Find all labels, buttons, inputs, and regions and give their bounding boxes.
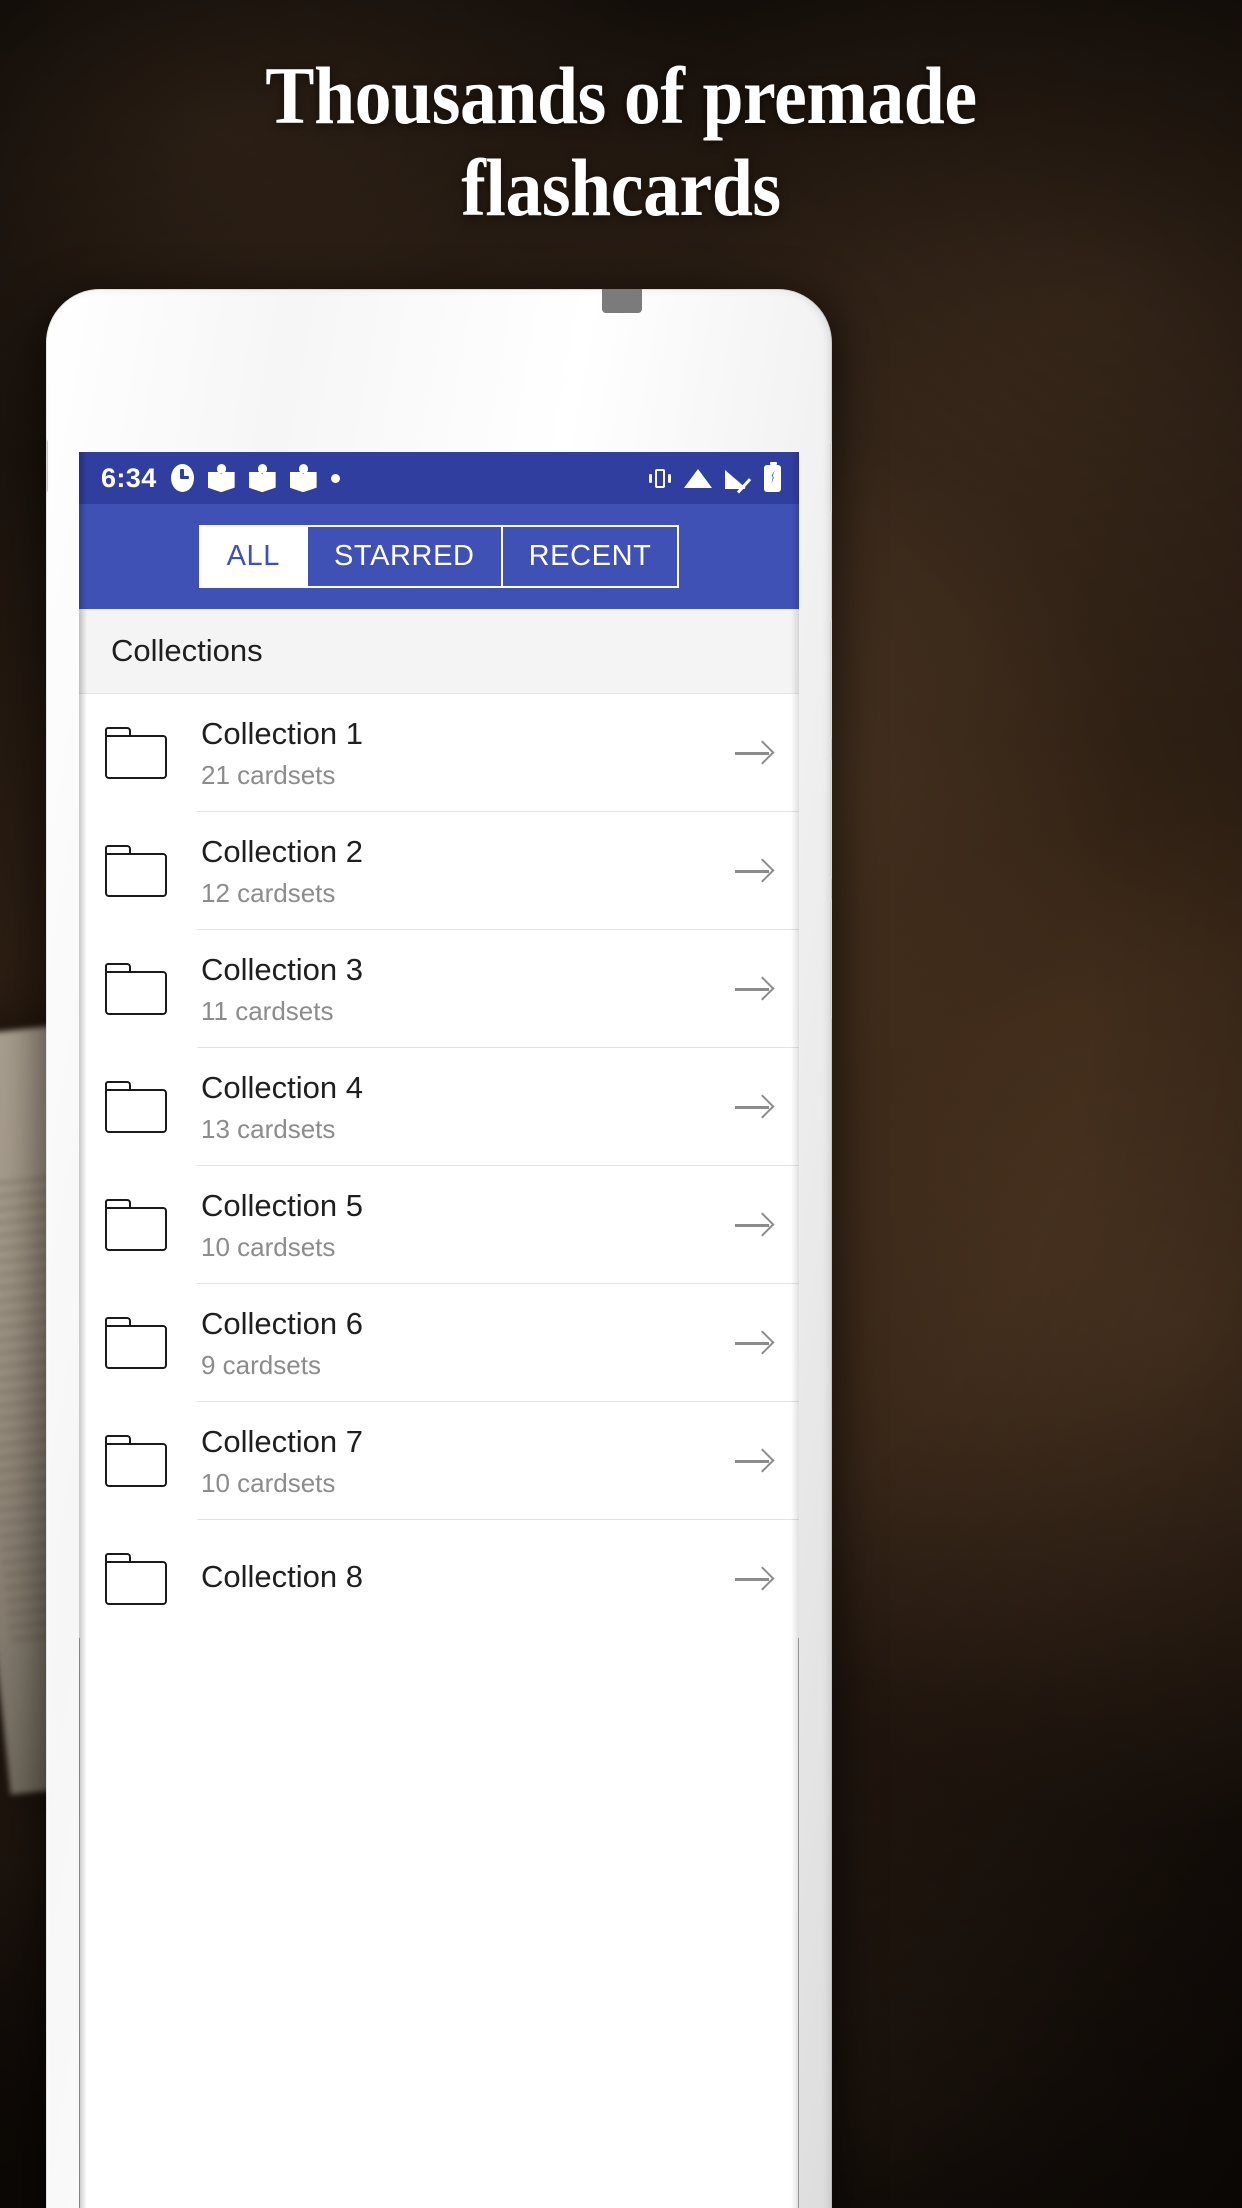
arrow-right-icon[interactable]: [733, 1328, 775, 1358]
collection-name: Collection 4: [201, 1069, 363, 1105]
arrow-right-icon[interactable]: [733, 1446, 775, 1476]
promo-headline: Thousands of premade flashcards: [62, 50, 1180, 234]
list-item-text: Collection 1 21 cardsets: [201, 715, 733, 792]
folder-icon: [105, 845, 167, 897]
status-bar-left: 6:34: [101, 463, 340, 494]
list-item[interactable]: Collection 3 11 cardsets: [79, 930, 799, 1048]
folder-icon: [105, 963, 167, 1015]
battery-charging-icon: [764, 461, 781, 492]
list-item[interactable]: Collection 4 13 cardsets: [79, 1048, 799, 1166]
phone-side-button: [46, 439, 48, 493]
tab-starred[interactable]: STARRED: [306, 525, 502, 588]
collection-cardset-count: 11 cardsets: [201, 995, 334, 1026]
folder-icon: [105, 1553, 167, 1605]
arrow-right-icon[interactable]: [733, 856, 775, 886]
arrow-right-icon[interactable]: [733, 1564, 775, 1594]
collection-cardset-count: 10 cardsets: [201, 1231, 336, 1262]
phone-power-button: [830, 441, 832, 513]
phone-mockup: 6:34 ALL STARRED RECENT Collections Coll…: [38, 289, 840, 2208]
phone-volume-button: [830, 899, 832, 1019]
phone-volume-button: [830, 759, 832, 879]
list-item-text: Collection 4 13 cardsets: [201, 1069, 733, 1146]
collection-name: Collection 8: [201, 1558, 363, 1594]
section-header-collections: Collections: [79, 609, 799, 694]
collection-name: Collection 7: [201, 1423, 363, 1459]
list-item-text: Collection 2 12 cardsets: [201, 833, 733, 910]
promo-headline-line-1: Thousands of premade: [265, 50, 977, 141]
arrow-right-icon[interactable]: [733, 738, 775, 768]
collection-cardset-count: 12 cardsets: [201, 877, 336, 908]
promo-headline-line-2: flashcards: [461, 142, 781, 233]
list-item-text: Collection 5 10 cardsets: [201, 1187, 733, 1264]
signal-off-icon: [725, 467, 751, 489]
status-bar: 6:34: [79, 452, 799, 504]
phone-top-notch: [602, 289, 642, 313]
status-bar-right: [647, 461, 781, 492]
collection-name: Collection 3: [201, 951, 363, 987]
book-icon: [248, 464, 276, 492]
collection-name: Collection 6: [201, 1305, 363, 1341]
collection-name: Collection 1: [201, 715, 363, 751]
status-bar-clock: 6:34: [101, 462, 157, 493]
list-item-text: Collection 7 10 cardsets: [201, 1423, 733, 1500]
phone-volume-button: [830, 619, 832, 739]
folder-icon: [105, 1081, 167, 1133]
phone-screen: 6:34 ALL STARRED RECENT Collections Coll…: [79, 452, 799, 2208]
clock-icon: [170, 464, 194, 492]
tab-all[interactable]: ALL: [198, 525, 307, 588]
collections-list: Collection 1 21 cardsets Collection 2 12…: [79, 694, 799, 1638]
tab-recent[interactable]: RECENT: [501, 525, 680, 588]
collection-cardset-count: 9 cardsets: [201, 1349, 321, 1380]
list-item[interactable]: Collection 2 12 cardsets: [79, 812, 799, 930]
folder-icon: [105, 1199, 167, 1251]
folder-icon: [105, 1317, 167, 1369]
list-item[interactable]: Collection 1 21 cardsets: [79, 694, 799, 812]
tab-bar: ALL STARRED RECENT: [79, 504, 799, 609]
arrow-right-icon[interactable]: [733, 1092, 775, 1122]
folder-icon: [105, 727, 167, 779]
list-item-text: Collection 6 9 cardsets: [201, 1305, 733, 1382]
list-item-text: Collection 8: [201, 1558, 733, 1601]
collection-cardset-count: 13 cardsets: [201, 1113, 336, 1144]
phone-body: 6:34 ALL STARRED RECENT Collections Coll…: [46, 289, 832, 2208]
dot-icon: [330, 473, 340, 483]
list-item[interactable]: Collection 5 10 cardsets: [79, 1166, 799, 1284]
list-item[interactable]: Collection 8: [79, 1520, 799, 1638]
arrow-right-icon[interactable]: [733, 974, 775, 1004]
list-item[interactable]: Collection 7 10 cardsets: [79, 1402, 799, 1520]
arrow-right-icon[interactable]: [733, 1210, 775, 1240]
wifi-icon: [684, 467, 712, 489]
list-item[interactable]: Collection 6 9 cardsets: [79, 1284, 799, 1402]
collection-name: Collection 2: [201, 833, 363, 869]
folder-icon: [105, 1435, 167, 1487]
collection-name: Collection 5: [201, 1187, 363, 1223]
book-icon: [289, 464, 317, 492]
vibrate-icon: [647, 466, 671, 490]
collection-cardset-count: 10 cardsets: [201, 1467, 336, 1498]
collection-cardset-count: 21 cardsets: [201, 759, 336, 790]
book-icon: [207, 464, 235, 492]
tab-group: ALL STARRED RECENT: [198, 525, 680, 588]
list-item-text: Collection 3 11 cardsets: [201, 951, 733, 1028]
